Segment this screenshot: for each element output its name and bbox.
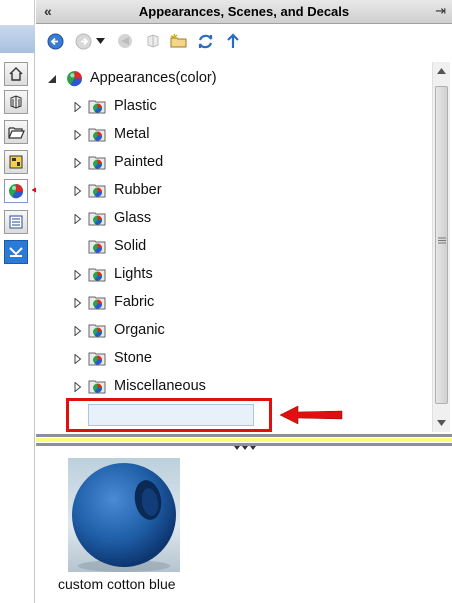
tree-item-label: Stone (114, 350, 152, 366)
view-palette-tab[interactable] (4, 240, 28, 264)
design-library-tab[interactable] (4, 150, 28, 174)
panel-toolbar (36, 24, 452, 58)
home-tab[interactable] (4, 62, 28, 86)
appearance-preview-pane: custom cotton blue (36, 452, 452, 603)
tree-item[interactable]: Metal (36, 124, 426, 146)
parts-icon (10, 95, 22, 109)
pin-icon[interactable]: ⇥ (435, 3, 446, 19)
folder-open-icon (7, 126, 25, 139)
thumbnail-caption: custom cotton blue (58, 576, 176, 592)
add-to-library-button[interactable] (116, 32, 134, 50)
tree-root-appearances[interactable]: Appearances(color) (36, 68, 416, 90)
task-pane-header-bar (0, 25, 35, 53)
tree-item[interactable]: Stone (36, 348, 426, 370)
appearance-folder-icon (88, 268, 106, 282)
tree-item[interactable]: Miscellaneous (36, 376, 426, 398)
tree-item-label: Lights (114, 266, 153, 282)
pane-splitter[interactable] (36, 433, 452, 451)
scroll-up-icon[interactable] (437, 68, 446, 74)
appearance-folder-icon (88, 128, 106, 142)
tree-item[interactable]: Rubber (36, 180, 426, 202)
design-library-parts-tab[interactable] (4, 90, 28, 114)
home-icon (9, 67, 23, 81)
collapsed-icon[interactable] (74, 298, 82, 308)
refresh-button[interactable] (196, 32, 214, 50)
collapsed-icon[interactable] (74, 102, 82, 112)
tree-item-label: Metal (114, 126, 150, 142)
appearance-folder-icon (88, 184, 106, 198)
collapsed-icon[interactable] (74, 130, 82, 140)
splitter-highlight (36, 438, 452, 442)
tree-item-label: Plastic (114, 98, 157, 114)
collapsed-icon[interactable] (74, 326, 82, 336)
annotation-highlight-box (66, 398, 272, 432)
tree-item-label: Painted (114, 154, 164, 170)
tree-item[interactable]: Painted (36, 152, 426, 174)
file-explorer-tab[interactable] (4, 120, 28, 144)
design-library-icon (9, 155, 23, 169)
annotation-arrow-right (279, 405, 343, 425)
appearance-folder-icon (88, 100, 106, 114)
tree-item-label: Rubber (114, 182, 162, 198)
tree-item[interactable]: Solid (36, 236, 426, 258)
parts-button[interactable] (144, 32, 162, 50)
panel-title: Appearances, Scenes, and Decals (138, 4, 350, 19)
appearance-folder-icon (88, 212, 106, 226)
back-button[interactable] (46, 32, 64, 50)
appearance-folder-icon (88, 240, 106, 254)
collapsed-icon[interactable] (74, 158, 82, 168)
collapsed-icon[interactable] (74, 186, 82, 196)
appearances-icon (9, 184, 24, 199)
tree-item-label: Miscellaneous (114, 378, 206, 394)
tree-root-label: Appearances(color) (90, 70, 217, 86)
tree-item[interactable]: Fabric (36, 292, 426, 314)
appearance-folder-icon (88, 296, 106, 310)
scroll-down-icon[interactable] (437, 420, 446, 426)
properties-icon (9, 215, 23, 229)
blue-ball-image (72, 463, 176, 572)
appearance-folder-icon (88, 324, 106, 338)
scroll-thumb[interactable] (435, 86, 448, 404)
task-pane-tabs (0, 0, 35, 603)
tree-item[interactable]: Lights (36, 264, 426, 286)
grip-icon (438, 237, 446, 244)
view-palette-icon (9, 247, 23, 257)
collapsed-icon[interactable] (74, 270, 82, 280)
collapsed-icon[interactable] (74, 354, 82, 364)
collapsed-icon[interactable] (74, 382, 82, 392)
refresh-icon (198, 34, 212, 48)
tree-item-label: Glass (114, 210, 152, 226)
appearance-folder-icon (88, 380, 106, 394)
tree-item-label: Organic (114, 322, 165, 338)
appearances-root-icon (67, 71, 82, 87)
tree-item-label: Solid (114, 238, 147, 254)
tree-scrollbar[interactable] (432, 62, 450, 432)
cube-icon (147, 34, 159, 48)
collapsed-icon[interactable] (74, 214, 82, 224)
appearance-thumbnail[interactable] (68, 458, 180, 572)
expanded-icon[interactable] (48, 74, 56, 84)
custom-properties-tab[interactable] (4, 210, 28, 234)
history-dropdown[interactable] (94, 32, 106, 50)
panel-title-bar: « Appearances, Scenes, and Decals ⇥ (36, 0, 452, 24)
up-level-button[interactable] (224, 32, 242, 50)
appearance-folder-icon (88, 156, 106, 170)
appearances-tab[interactable] (4, 179, 28, 203)
up-icon (227, 33, 239, 48)
forward-icon (75, 33, 91, 49)
splitter-line-top (36, 434, 452, 437)
new-folder-button[interactable] (170, 32, 188, 50)
dropdown-icon (95, 38, 105, 44)
appearances-tree: Appearances(color) Plastic Metal Painted Ru… (36, 62, 432, 432)
add-to-library-icon (118, 34, 132, 48)
tree-item[interactable]: Glass (36, 208, 426, 230)
new-folder-icon (170, 33, 187, 48)
back-icon (47, 33, 63, 49)
splitter-grip-icon (234, 446, 256, 450)
forward-button[interactable] (74, 32, 92, 50)
appearance-folder-icon (88, 352, 106, 366)
tree-item[interactable]: Organic (36, 320, 426, 342)
tree-item[interactable]: Plastic (36, 96, 426, 118)
tree-item-label: Fabric (114, 294, 155, 310)
